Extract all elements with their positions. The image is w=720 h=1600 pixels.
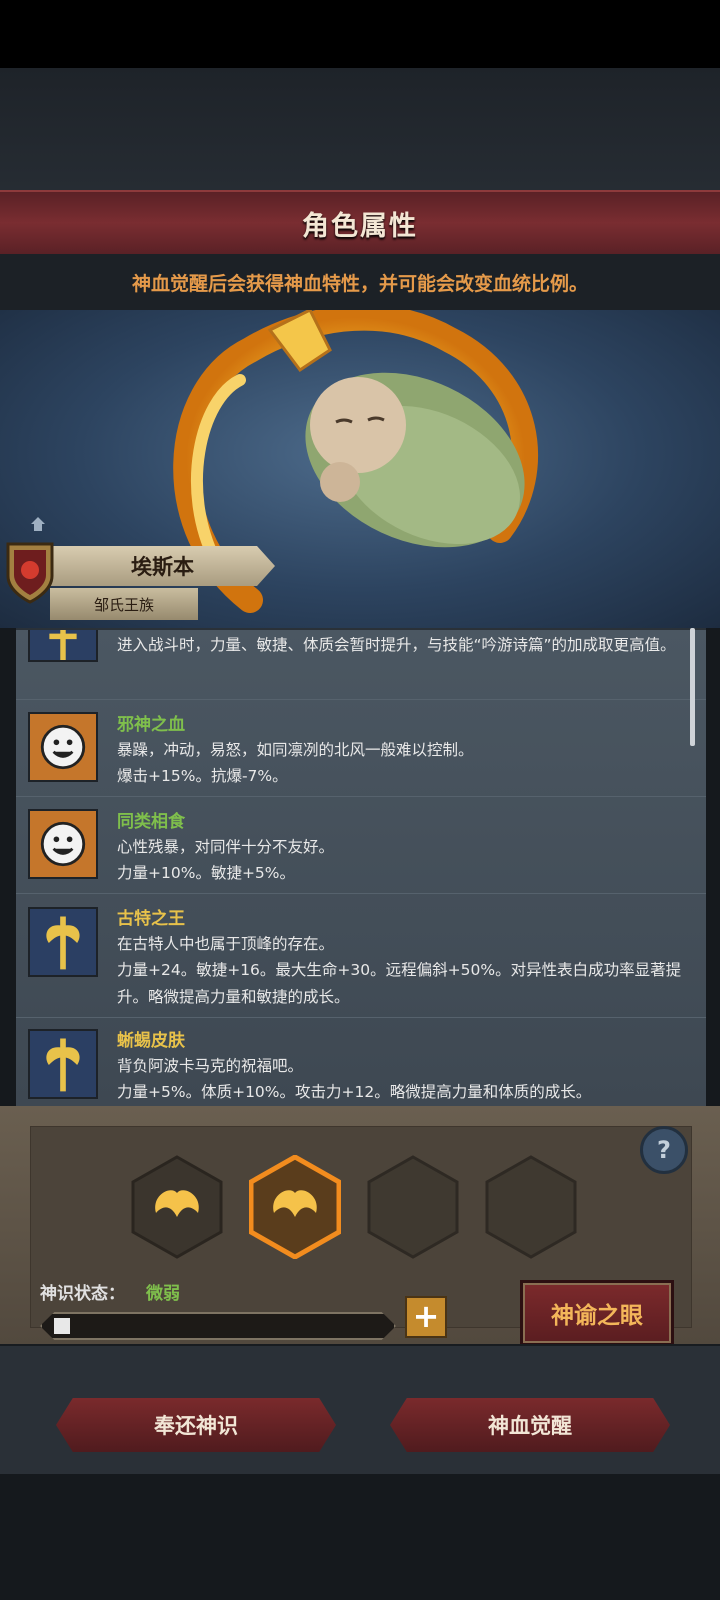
list-item: 进入战斗时，力量、敏捷、体质会暂时提升，与技能“吟游诗篇”的加成取更高值。 (16, 630, 706, 700)
add-button[interactable]: + (405, 1296, 447, 1338)
home-icon[interactable] (30, 516, 46, 532)
list-item: 蜥蜴皮肤 背负阿波卡马克的祝福吧。 力量+5%。体质+10%。攻击力+12。略微… (16, 1017, 706, 1108)
trait-name: 蜥蜴皮肤 (117, 1031, 185, 1051)
list-item: 同类相食 心性残暴，对同伴十分不友好。 力量+10%。敏捷+5%。 (16, 796, 706, 894)
traits-list[interactable]: 进入战斗时，力量、敏捷、体质会暂时提升，与技能“吟游诗篇”的加成取更高值。 邪神… (16, 628, 706, 1108)
background-bottom (0, 1474, 720, 1600)
status-bar (0, 0, 720, 68)
character-portrait: 埃斯本 邹氏王族 (0, 310, 720, 628)
divine-state-value: 微弱 (146, 1284, 180, 1304)
divine-slot-empty[interactable] (485, 1155, 577, 1259)
subtitle-text: 神血觉醒后会获得神血特性，并可能会改变血统比例。 (131, 272, 588, 295)
trait-effect: 力量+24。敏捷+16。最大生命+30。远程偏斜+50%。对异性表白成功率显著提… (117, 961, 682, 1006)
axe-icon (28, 907, 98, 977)
divine-progress-bar (40, 1312, 396, 1340)
help-button[interactable]: ? (640, 1126, 688, 1174)
list-item: 古特之王 在古特人中也属于顶峰的存在。 力量+24。敏捷+16。最大生命+30。… (16, 893, 706, 1018)
trait-effect: 力量+10%。敏捷+5%。 (117, 864, 296, 882)
name-banner: 埃斯本 (50, 546, 275, 586)
header: 角色属性 (0, 190, 720, 256)
return-divine-button[interactable]: 奉还神识 (56, 1398, 336, 1452)
trait-desc: 心性残暴，对同伴十分不友好。 (117, 838, 335, 856)
clan-banner: 邹氏王族 (50, 588, 198, 620)
divine-slot-selected[interactable] (248, 1154, 342, 1260)
character-name: 埃斯本 (131, 555, 194, 579)
smiley-icon (28, 712, 98, 782)
trait-name: 同类相食 (117, 812, 185, 832)
trait-desc: 背负阿波卡马克的祝福吧。 (117, 1057, 304, 1075)
progress-fill (54, 1318, 70, 1334)
trait-effect: 力量+5%。体质+10%。攻击力+12。略微提高力量和体质的成长。 (117, 1083, 592, 1101)
axe-icon (28, 630, 98, 662)
axe-icon (28, 1029, 98, 1099)
divine-slot-empty[interactable] (367, 1155, 459, 1259)
subtitle-bar: 神血觉醒后会获得神血特性，并可能会改变血统比例。 (0, 254, 720, 310)
page-title: 角色属性 (302, 210, 418, 242)
scrollbar[interactable] (690, 628, 695, 746)
divine-state-label: 神识状态： (40, 1284, 125, 1304)
clan-shield-icon (6, 542, 54, 604)
background-top (0, 68, 720, 190)
trait-name: 邪神之血 (117, 715, 185, 735)
divine-slot[interactable] (131, 1155, 223, 1259)
awaken-bloodline-button[interactable]: 神血觉醒 (390, 1398, 670, 1452)
trait-effect: 进入战斗时，力量、敏捷、体质会暂时提升，与技能“吟游诗篇”的加成取更高值。 (117, 636, 676, 654)
trait-desc: 暴躁，冲动，易怒，如同凛冽的北风一般难以控制。 (117, 741, 474, 759)
list-item: 邪神之血 暴躁，冲动，易怒，如同凛冽的北风一般难以控制。 爆击+15%。抗爆-7… (16, 699, 706, 797)
trait-effect: 爆击+15%。抗爆-7%。 (117, 767, 288, 785)
trait-name: 古特之王 (117, 909, 185, 929)
oracle-eye-button[interactable]: 神谕之眼 (520, 1280, 674, 1346)
clan-name: 邹氏王族 (93, 595, 154, 614)
trait-desc: 在古特人中也属于顶峰的存在。 (117, 935, 335, 953)
smiley-icon (28, 809, 98, 879)
